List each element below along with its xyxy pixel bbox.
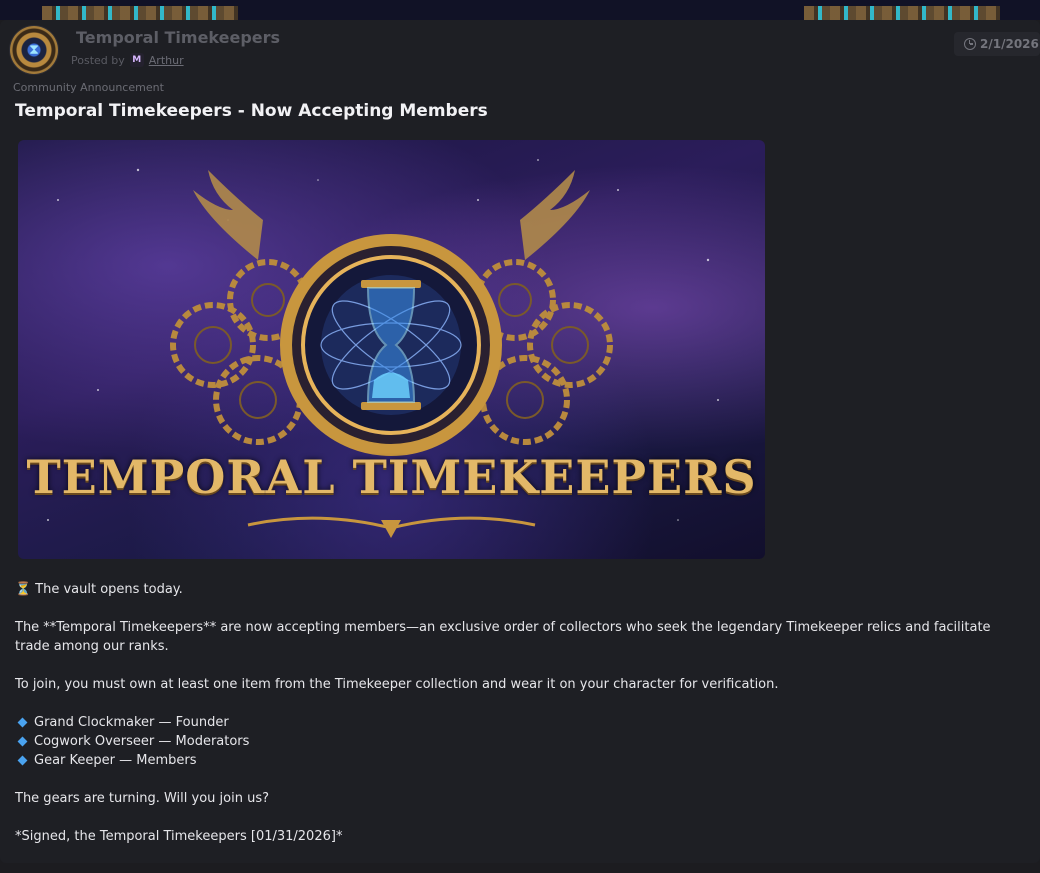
post-date: 2/1/2026 [980,37,1039,51]
rank-item: Grand Clockmaker — Founder [15,713,1025,732]
top-banner-strip [0,0,1040,20]
post-title: Temporal Timekeepers - Now Accepting Mem… [15,101,488,121]
rank-label: Gear Keeper — Members [34,753,197,768]
post-category: Community Announcement [13,81,164,94]
announcement-card: ⧗ Temporal Timekeepers Posted by M Arthu… [0,20,1040,863]
rank-label: Cogwork Overseer — Moderators [34,734,250,749]
hourglass-icon: ⏳ [15,582,32,597]
diamond-icon [17,736,28,747]
guild-name[interactable]: Temporal Timekeepers [76,28,280,47]
date-badge: 2/1/2026 [954,32,1040,56]
author-badge-icon: M [129,53,144,67]
posted-by-label: Posted by [71,53,125,67]
diamond-icon [17,717,28,728]
rank-item: Cogwork Overseer — Moderators [15,732,1025,751]
body-line-vault: ⏳ The vault opens today. [15,580,1025,599]
hourglass-icon: ⧗ [29,42,39,58]
announcement-banner-image: TEMPORAL TIMEKEEPERS [18,140,765,559]
author-link[interactable]: Arthur [149,54,184,67]
body-paragraph-requirements: To join, you must own at least one item … [15,677,779,692]
rank-label: Grand Clockmaker — Founder [34,715,229,730]
signature: *Signed, the Temporal Timekeepers [01/31… [15,829,343,844]
strip-decoration-right [804,6,1000,20]
body-paragraph-intro: The **Temporal Timekeepers** are now acc… [15,620,991,654]
vault-text: The vault opens today. [35,582,183,597]
post-body: ⏳ The vault opens today. The **Temporal … [15,580,1025,846]
guild-avatar[interactable]: ⧗ [10,26,58,74]
strip-decoration-left [42,6,238,20]
clock-icon [964,38,976,50]
rank-item: Gear Keeper — Members [15,751,1025,770]
body-paragraph-closing: The gears are turning. Will you join us? [15,791,270,806]
posted-by: Posted by M Arthur [71,53,184,67]
banner-title: TEMPORAL TIMEKEEPERS [26,450,757,504]
diamond-icon [17,755,28,766]
